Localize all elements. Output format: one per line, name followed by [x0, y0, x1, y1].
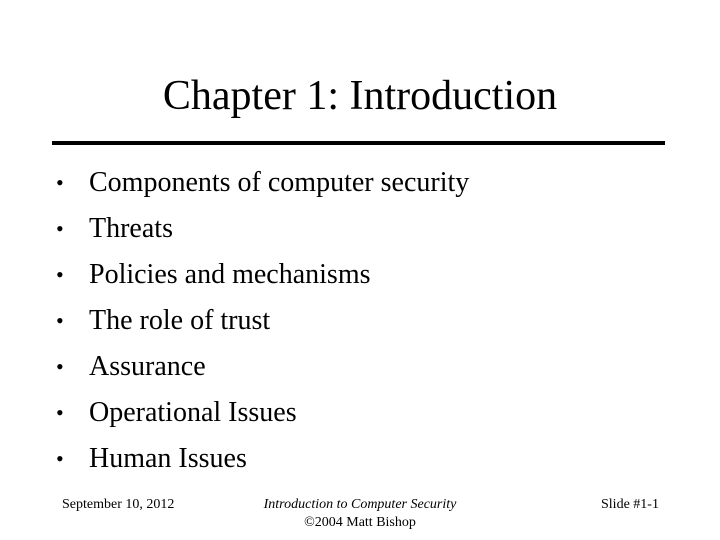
footer-center: Introduction to Computer Security ©2004 …	[210, 496, 510, 532]
bullet-text: Threats	[89, 213, 173, 244]
slide: Chapter 1: Introduction • Components of …	[0, 0, 720, 540]
bullet-text: Components of computer security	[89, 167, 470, 198]
footer-copyright: ©2004 Matt Bishop	[304, 515, 416, 530]
bullet-icon: •	[56, 446, 64, 471]
bullet-icon: •	[56, 216, 64, 241]
title-divider	[52, 141, 665, 145]
footer-date: September 10, 2012	[62, 497, 175, 512]
bullet-text: Policies and mechanisms	[89, 259, 371, 290]
bullet-text: Human Issues	[89, 443, 247, 474]
bullet-icon: •	[56, 262, 64, 287]
bullet-text: The role of trust	[89, 305, 271, 336]
bullet-text: Assurance	[89, 351, 206, 382]
slide-title: Chapter 1: Introduction	[162, 73, 558, 119]
bullet-icon: •	[56, 308, 64, 333]
bullet-text: Operational Issues	[89, 397, 297, 428]
footer-slide-number: Slide #1-1	[601, 497, 659, 512]
footer-course-title: Introduction to Computer Security	[263, 497, 457, 512]
bullet-icon: •	[56, 170, 64, 195]
bullet-icon: •	[56, 354, 64, 379]
bullet-icon: •	[56, 400, 64, 425]
